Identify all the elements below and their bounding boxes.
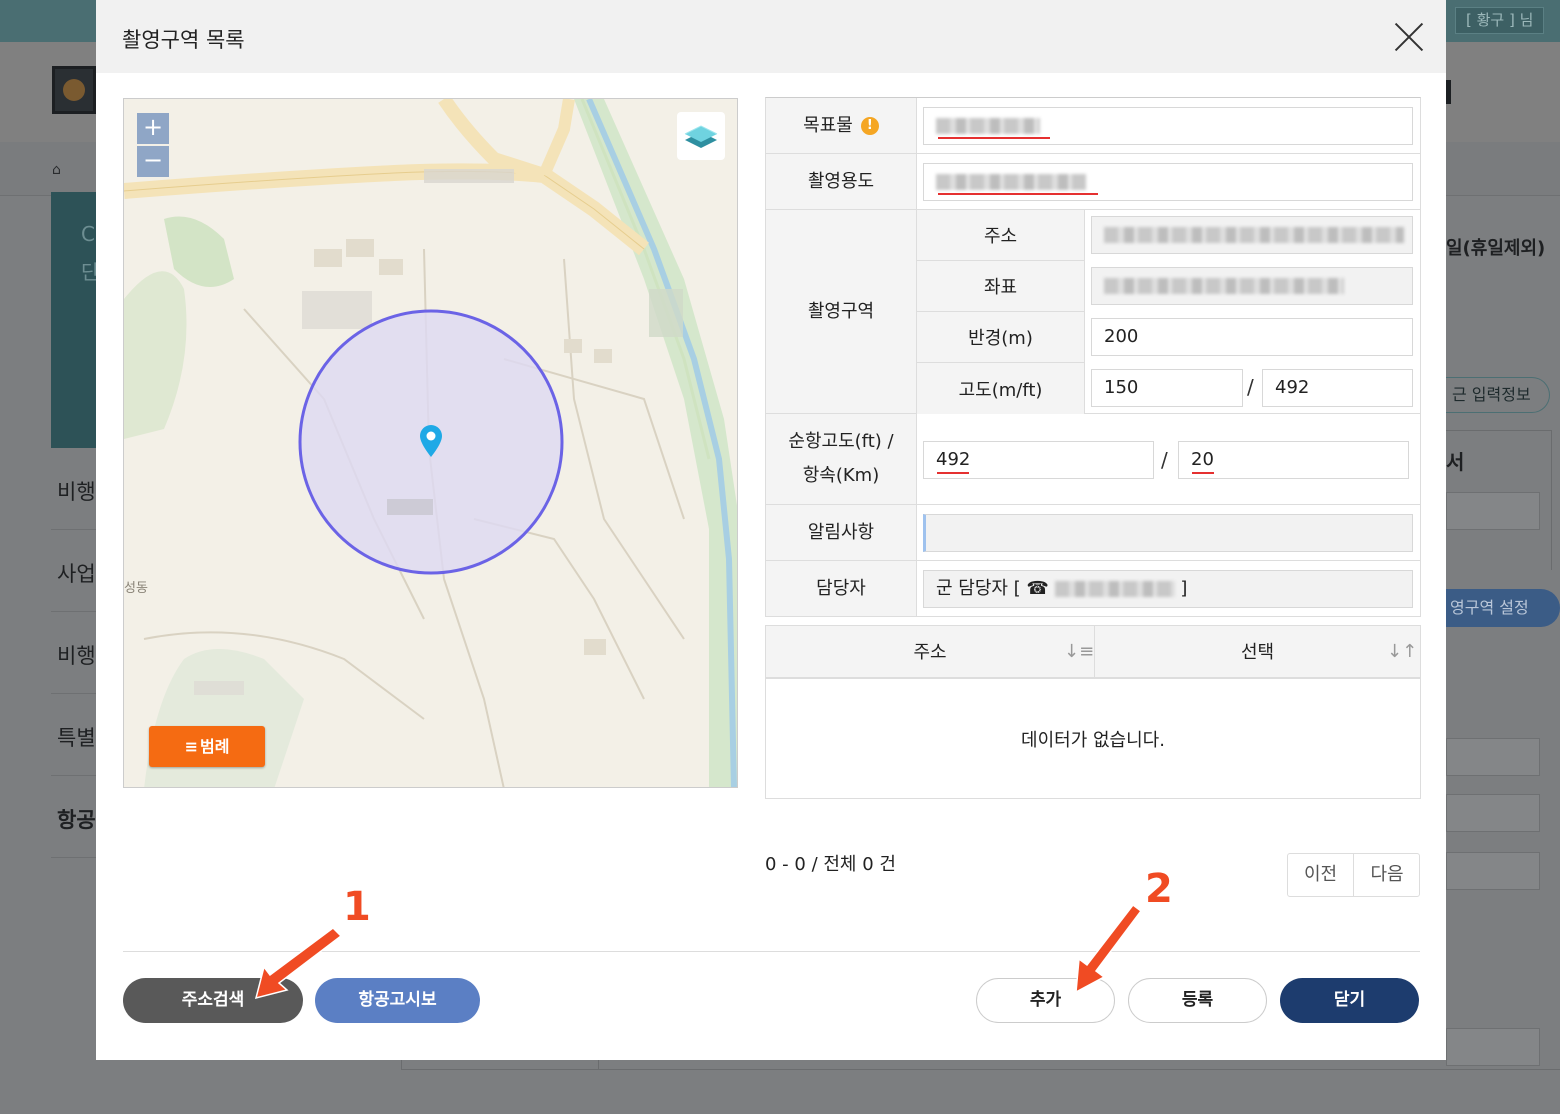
- modal-title: 촬영구역 목록: [122, 28, 245, 52]
- annotation-step-2: 2: [1145, 866, 1173, 912]
- shooting-area-modal: 촬영구역 목록 성동 + − ≡ 범례 목표물 ! 촬영용도 촬영구역 주소 좌…: [96, 0, 1446, 1060]
- altitude-m-input[interactable]: 150: [1091, 369, 1243, 407]
- radius-input[interactable]: 200: [1091, 318, 1413, 356]
- altitude-label: 고도(m/ft): [917, 363, 1085, 414]
- form-row-area: 촬영구역 주소 좌표 반경(m) 고도(m/ft) 200 150 / 492: [766, 210, 1420, 414]
- background-text: 일(휴일제외): [1446, 238, 1546, 259]
- home-icon: ⌂: [52, 162, 61, 178]
- background-field: [1446, 738, 1540, 776]
- separator: /: [1161, 448, 1168, 472]
- close-button[interactable]: 닫기: [1280, 978, 1419, 1023]
- background-text: 서: [1446, 450, 1465, 474]
- header-edge: [1446, 80, 1451, 104]
- column-header-address[interactable]: 주소 ↓≡: [766, 626, 1095, 679]
- background-field: [1446, 852, 1540, 890]
- underline-mark: [938, 137, 1050, 139]
- notam-button[interactable]: 항공고시보: [315, 978, 480, 1023]
- zoom-in-button[interactable]: +: [137, 113, 169, 144]
- annotation-step-1: 1: [343, 884, 371, 930]
- site-logo: [52, 66, 96, 114]
- column-header-select[interactable]: 선택 ↓↑: [1095, 626, 1420, 679]
- form-row-notice: 알림사항: [766, 505, 1420, 561]
- underline-mark: [938, 193, 1098, 195]
- register-button[interactable]: 등록: [1128, 978, 1267, 1023]
- purpose-label: 촬영용도: [766, 154, 917, 209]
- map-terrain: [124, 99, 737, 787]
- form-row-purpose: 촬영용도: [766, 154, 1420, 210]
- side-menu-item[interactable]: 항공: [51, 776, 97, 858]
- form-row-manager: 담당자 군 담당자 [ ☎ ]: [766, 561, 1420, 617]
- user-badge: [ 황구 ] 님: [1455, 7, 1545, 34]
- zoom-out-button[interactable]: −: [137, 146, 169, 177]
- purpose-input[interactable]: [923, 163, 1413, 201]
- target-input[interactable]: [923, 107, 1413, 145]
- notice-input[interactable]: [923, 514, 1413, 552]
- coord-label: 좌표: [917, 261, 1085, 312]
- cruise-label: 순항고도(ft) / 항속(Km): [766, 414, 917, 504]
- sort-desc-icon[interactable]: ↓≡: [1064, 642, 1094, 662]
- manager-label: 담당자: [766, 561, 917, 616]
- map-view[interactable]: 성동 + − ≡ 범례: [123, 98, 738, 788]
- banner-letter: C: [81, 222, 95, 246]
- close-icon[interactable]: [1392, 20, 1426, 54]
- address-label: 주소: [917, 210, 1085, 261]
- modal-header: 촬영구역 목록: [96, 0, 1446, 73]
- map-place-label: 성동: [124, 581, 148, 596]
- coord-input: [1091, 267, 1413, 305]
- legend-button[interactable]: ≡ 범례: [149, 726, 265, 767]
- altitude-ft-input[interactable]: 492: [1262, 369, 1413, 407]
- menu-icon: ≡: [184, 737, 198, 756]
- address-input: [1091, 216, 1413, 254]
- manager-field: 군 담당자 [ ☎ ]: [923, 570, 1413, 608]
- detail-form: 목표물! 촬영용도 촬영구역 주소 좌표 반경(m) 고도(m/ft) 200 …: [765, 97, 1421, 617]
- add-button[interactable]: 추가: [976, 978, 1115, 1023]
- radius-label: 반경(m): [917, 312, 1085, 363]
- area-label: 촬영구역: [766, 210, 917, 413]
- zoom-control: + −: [137, 113, 169, 177]
- underline-mark: [1192, 472, 1214, 474]
- layers-icon[interactable]: [677, 112, 725, 160]
- underline-mark: [937, 472, 969, 474]
- background-table: [401, 1060, 1560, 1070]
- footer-divider: [123, 951, 1420, 952]
- side-menu-item[interactable]: 비행: [51, 448, 97, 530]
- separator: /: [1247, 375, 1254, 399]
- target-label: 목표물!: [766, 98, 917, 153]
- background-table: [598, 1060, 599, 1070]
- background-field: [1446, 492, 1540, 530]
- background-area-setting-button[interactable]: 영구역 설정: [1446, 589, 1560, 627]
- next-page-button[interactable]: 다음: [1354, 854, 1420, 896]
- phone-icon: ☎: [1026, 578, 1049, 599]
- side-menu-item[interactable]: 특별: [51, 694, 97, 776]
- side-banner: C 단: [51, 192, 99, 448]
- table-header: 주소 ↓≡ 선택 ↓↑: [766, 626, 1420, 679]
- sort-icon[interactable]: ↓↑: [1387, 642, 1417, 662]
- form-row-target: 목표물!: [766, 98, 1420, 154]
- pagination: 이전 다음: [1287, 853, 1420, 897]
- background-info-button[interactable]: 근 입력정보: [1446, 377, 1550, 413]
- form-row-cruise: 순항고도(ft) / 항속(Km) 492 / 20: [766, 414, 1420, 505]
- side-menu-item[interactable]: 비행: [51, 612, 97, 694]
- warning-icon: !: [860, 116, 879, 135]
- address-search-button[interactable]: 주소검색: [123, 978, 303, 1023]
- empty-message: 데이터가 없습니다.: [1021, 730, 1165, 751]
- prev-page-button[interactable]: 이전: [1288, 854, 1354, 896]
- background-field: [1446, 794, 1540, 832]
- side-menu-item[interactable]: 사업: [51, 530, 97, 612]
- address-list-table: 주소 ↓≡ 선택 ↓↑ 데이터가 없습니다.: [765, 625, 1421, 799]
- pagination-info: 0 - 0 / 전체 0 건: [765, 854, 896, 875]
- notice-label: 알림사항: [766, 505, 917, 560]
